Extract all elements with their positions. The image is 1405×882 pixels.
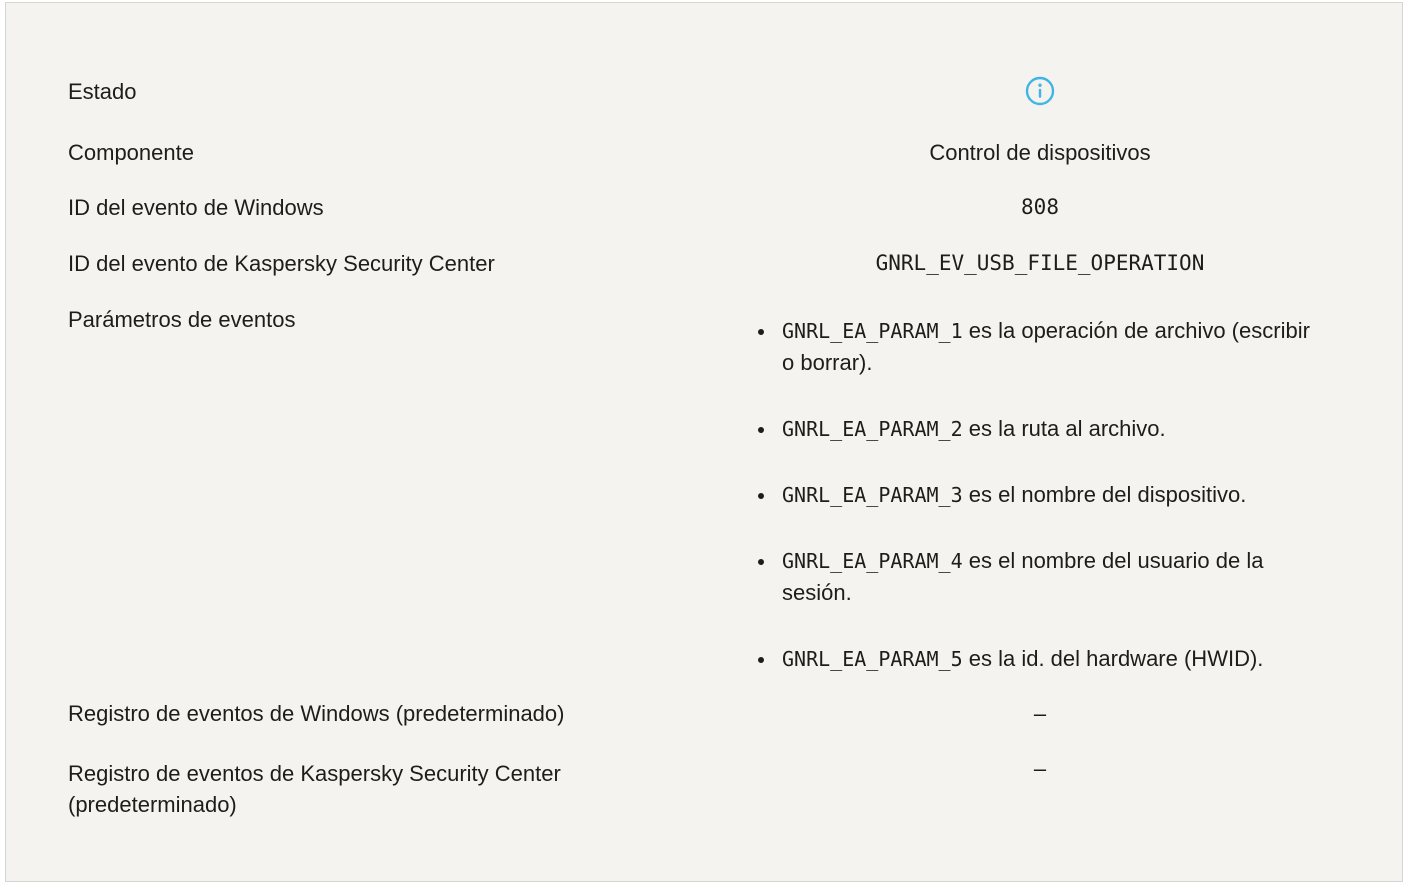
info-icon <box>1025 76 1055 106</box>
bullet-dot <box>758 559 764 565</box>
list-item: GNRL_EA_PARAM_1 es la operación de archi… <box>754 315 1314 379</box>
windows-log-value: – <box>1033 701 1047 726</box>
param-code: GNRL_EA_PARAM_3 <box>782 483 963 507</box>
list-item: GNRL_EA_PARAM_4 es el nombre del usuario… <box>754 545 1314 609</box>
param-description: es la id. del hardware (HWID). <box>968 646 1264 671</box>
param-code: GNRL_EA_PARAM_1 <box>782 319 963 343</box>
ksc-log-value: – <box>1033 756 1047 781</box>
ksc-log-label: Registro de eventos de Kaspersky Securit… <box>68 761 561 817</box>
bullet-dot <box>758 657 764 663</box>
param-code: GNRL_EA_PARAM_2 <box>782 417 963 441</box>
estado-label: Estado <box>68 79 137 104</box>
ksc-event-id-label: ID del evento de Kaspersky Security Cent… <box>68 251 495 276</box>
bullet-dot <box>758 329 764 335</box>
windows-log-label: Registro de eventos de Windows (predeter… <box>68 701 565 726</box>
event-params-list: GNRL_EA_PARAM_1 es la operación de archi… <box>754 315 1314 675</box>
windows-event-id-value: 808 <box>1021 195 1059 219</box>
status-info-icon <box>1024 75 1056 110</box>
param-code: GNRL_EA_PARAM_5 <box>782 647 963 671</box>
event-details-panel: Estado Componente Control de dispositivo… <box>5 2 1403 882</box>
param-code: GNRL_EA_PARAM_4 <box>782 549 963 573</box>
list-item: GNRL_EA_PARAM_2 es la ruta al archivo. <box>754 413 1314 445</box>
ksc-event-id-value: GNRL_EV_USB_FILE_OPERATION <box>875 251 1205 275</box>
list-item: GNRL_EA_PARAM_3 es el nombre del disposi… <box>754 479 1314 511</box>
componente-label: Componente <box>68 140 194 165</box>
event-params-label: Parámetros de eventos <box>68 307 296 332</box>
bullet-dot <box>758 493 764 499</box>
componente-value: Control de dispositivos <box>929 140 1151 165</box>
list-item: GNRL_EA_PARAM_5 es la id. del hardware (… <box>754 643 1314 675</box>
bullet-dot <box>758 427 764 433</box>
param-description: es la ruta al archivo. <box>968 416 1166 441</box>
param-description: es el nombre del dispositivo. <box>968 482 1247 507</box>
windows-event-id-label: ID del evento de Windows <box>68 195 324 220</box>
